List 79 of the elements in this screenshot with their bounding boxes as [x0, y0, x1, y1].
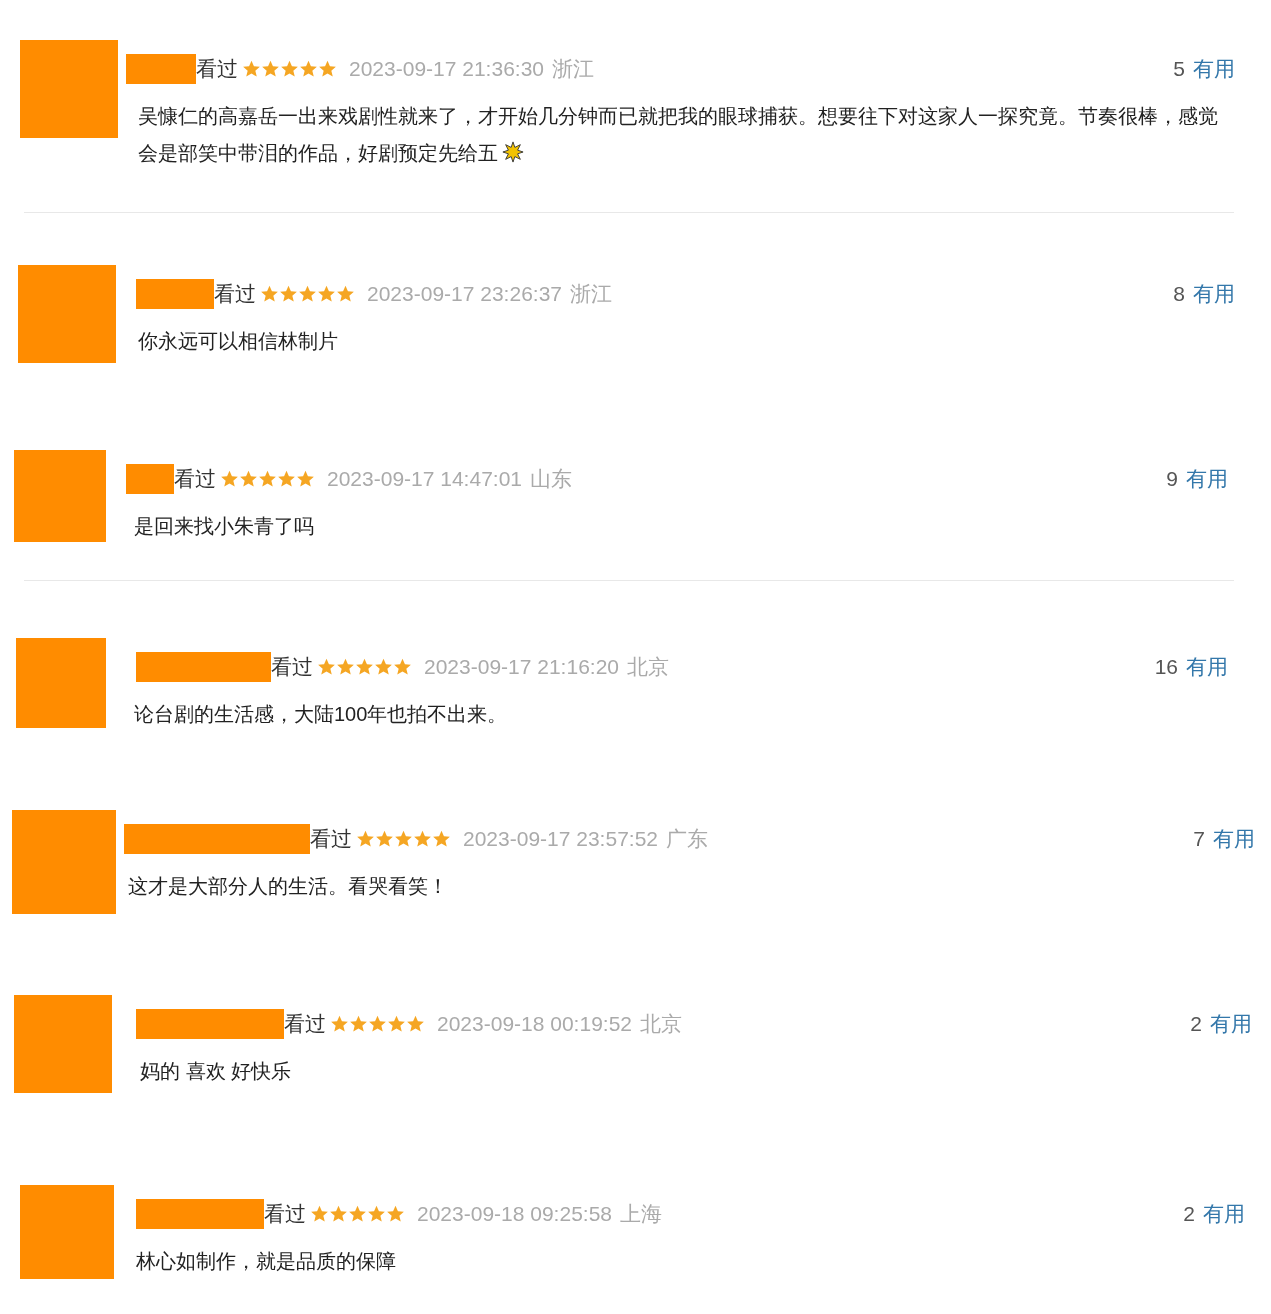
star-icon — [279, 285, 298, 303]
star-icon — [220, 470, 239, 488]
review-text: 妈的 喜欢 好快乐 — [140, 1059, 292, 1084]
star-icon — [386, 1205, 405, 1223]
star-icon — [318, 60, 337, 78]
review-text: 你永远可以相信林制片 — [138, 329, 338, 354]
useful-link[interactable]: 有用 — [1213, 823, 1255, 855]
star-icon — [355, 658, 374, 676]
vote-count: 2 — [1190, 1011, 1202, 1038]
star-icon — [348, 1205, 367, 1223]
vote-count: 9 — [1166, 466, 1178, 493]
star-icon — [375, 830, 394, 848]
star-icon — [336, 658, 355, 676]
watched-status: 看过 — [196, 56, 238, 83]
review-text: 论台剧的生活感，大陆100年也拍不出来。 — [134, 702, 508, 727]
star-icon — [387, 1015, 406, 1033]
review-text: 是回来找小朱青了吗 — [134, 514, 314, 539]
star-icon — [336, 285, 355, 303]
star-icon — [413, 830, 432, 848]
useful-link[interactable]: 有用 — [1186, 651, 1228, 683]
star-icon — [374, 658, 393, 676]
vote-count: 5 — [1173, 56, 1185, 83]
star-icon — [406, 1015, 425, 1033]
username-redaction — [126, 54, 196, 84]
watched-status: 看过 — [271, 654, 313, 681]
useful-link[interactable]: 有用 — [1193, 278, 1235, 310]
review-location: 山东 — [530, 466, 572, 493]
star-icon — [310, 1205, 329, 1223]
review-text: 这才是大部分人的生活。看哭看笑！ — [128, 874, 448, 899]
username-redaction — [126, 464, 174, 494]
review-time: 2023-09-17 14:47:01 — [327, 466, 522, 493]
review-time: 2023-09-17 21:16:20 — [424, 654, 619, 681]
review-time: 2023-09-18 09:25:58 — [417, 1201, 612, 1228]
review-location: 上海 — [620, 1201, 662, 1228]
useful-link[interactable]: 有用 — [1203, 1198, 1245, 1230]
review-time: 2023-09-17 21:36:30 — [349, 56, 544, 83]
review-location: 广东 — [666, 826, 708, 853]
watched-status: 看过 — [284, 1011, 326, 1038]
watched-status: 看过 — [214, 281, 256, 308]
review-text: 林心如制作，就是品质的保障 — [136, 1249, 396, 1274]
star-icon — [329, 1205, 348, 1223]
review-location: 北京 — [627, 654, 669, 681]
useful-link[interactable]: 有用 — [1193, 53, 1235, 85]
star-icon — [349, 1015, 368, 1033]
useful-link[interactable]: 有用 — [1186, 463, 1228, 495]
useful-link[interactable]: 有用 — [1210, 1008, 1252, 1040]
star-icon — [356, 830, 375, 848]
star-icon — [299, 60, 318, 78]
star-icon — [317, 658, 336, 676]
watched-status: 看过 — [264, 1201, 306, 1228]
review-text: 吴慷仁的高嘉岳一出来戏剧性就来了，才开始几分钟而已就把我的眼球捕获。想要往下对这家人一探究竟。节奏很棒，感觉会是部笑中带泪的作品，好剧预定先给五 — [138, 104, 1219, 166]
star-icon — [260, 285, 279, 303]
star-icon — [280, 60, 299, 78]
star-icon — [242, 60, 261, 78]
review-location: 浙江 — [552, 56, 594, 83]
review-location: 浙江 — [570, 281, 612, 308]
star-icon — [367, 1205, 386, 1223]
review-time: 2023-09-17 23:57:52 — [463, 826, 658, 853]
vote-count: 7 — [1193, 826, 1205, 853]
star-icon — [317, 285, 336, 303]
star-icon — [258, 470, 277, 488]
star-icon — [330, 1015, 349, 1033]
review-time: 2023-09-17 23:26:37 — [367, 281, 562, 308]
star-icon — [393, 658, 412, 676]
star-icon — [368, 1015, 387, 1033]
star-icon — [394, 830, 413, 848]
review-location: 北京 — [640, 1011, 682, 1038]
review-time: 2023-09-18 00:19:52 — [437, 1011, 632, 1038]
watched-status: 看过 — [310, 826, 352, 853]
vote-count: 16 — [1154, 654, 1178, 681]
vote-count: 8 — [1173, 281, 1185, 308]
vote-count: 2 — [1183, 1201, 1195, 1228]
star-icon — [277, 470, 296, 488]
star-icon — [432, 830, 451, 848]
star-icon — [298, 285, 317, 303]
star-icon — [261, 60, 280, 78]
star-icon — [239, 470, 258, 488]
watched-status: 看过 — [174, 466, 216, 493]
star-icon — [296, 470, 315, 488]
